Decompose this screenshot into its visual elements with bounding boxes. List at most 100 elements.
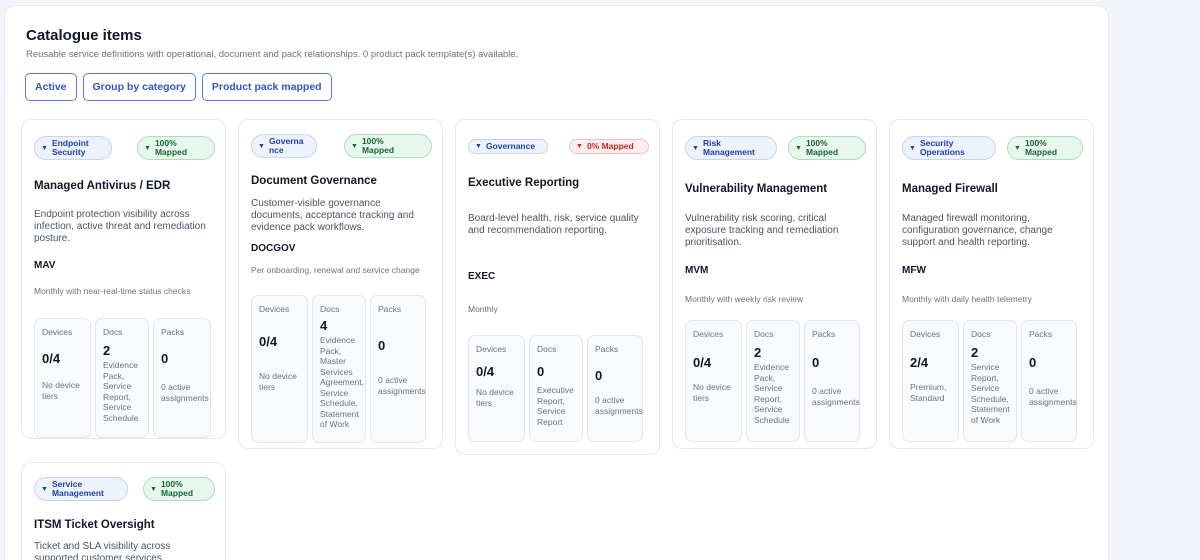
category-label: Risk Management — [702, 138, 755, 157]
mapped-badge: ▼ 100% Mapped — [1007, 136, 1083, 160]
stat-value: 0 — [378, 338, 386, 353]
mapped-badge: ▼ 100% Mapped — [137, 136, 215, 160]
mapped-label: 100% Mapped — [1024, 138, 1058, 157]
page-subtitle: Reusable service definitions with operat… — [26, 49, 519, 60]
card-title: ITSM Ticket Oversight — [34, 519, 155, 531]
filter-group-by-category-button[interactable]: Group by category — [82, 73, 196, 101]
category-badge: ▼ Governance — [251, 134, 317, 158]
stat-detail: 0 active assignments — [161, 382, 209, 403]
stat-label: Docs — [103, 327, 123, 337]
card-frequency: Monthly with near-real-time status check… — [34, 286, 191, 296]
shield-icon: ▼ — [475, 143, 482, 150]
docs-stat: Docs 4 Evidence Pack, Master Services Ag… — [312, 295, 366, 443]
docs-stat: Docs 2 Service Report, Service Schedule,… — [963, 320, 1017, 442]
mapped-label: 100% Mapped — [805, 138, 839, 157]
stat-label: Packs — [812, 329, 836, 339]
mapped-badge: ▼ 100% Mapped — [788, 136, 866, 160]
shield-icon: ▼ — [1014, 144, 1021, 152]
catalogue-card-exec[interactable]: ▼ Governance ▼ 0% Mapped Executive Reporti… — [455, 119, 660, 455]
category-label: Security Operations — [919, 138, 965, 157]
stat-label: Packs — [378, 304, 402, 314]
shield-icon: ▼ — [41, 485, 48, 493]
stat-value: 2 — [754, 345, 762, 360]
packs-stat: Packs 0 0 active assignments — [153, 318, 211, 438]
shield-icon: ▼ — [795, 144, 802, 152]
category-badge: ▼ Service Management — [34, 477, 128, 501]
card-title: Document Governance — [251, 175, 377, 187]
mapped-label: 100% Mapped — [154, 138, 188, 157]
packs-stat: Packs 0 0 active assignments — [804, 320, 860, 442]
devices-stat: Devices 0/4 No device tiers — [685, 320, 742, 442]
category-label: Endpoint Security — [51, 138, 89, 157]
shield-icon: ▼ — [576, 143, 583, 150]
catalogue-card-docgov[interactable]: ▼ Governance ▼ 100% Mapped Document Govern… — [238, 119, 443, 449]
mapped-label: 0% Mapped — [586, 141, 634, 151]
card-code: DOCGOV — [251, 243, 296, 254]
shield-icon: ▼ — [692, 144, 699, 152]
stat-detail: 0 active assignments — [595, 395, 643, 416]
stat-detail: No device tiers — [693, 382, 731, 403]
mapped-badge: ▼ 100% Mapped — [344, 134, 432, 158]
devices-stat: Devices 2/4 Premium, Standard — [902, 320, 959, 442]
catalogue-card-mfw[interactable]: ▼ Security Operations ▼ 100% Mapped Manage… — [889, 119, 1094, 449]
catalogue-card-mvm[interactable]: ▼ Risk Management ▼ 100% Mapped Vulnerabil… — [672, 119, 877, 449]
card-code: EXEC — [468, 271, 496, 282]
card-description: Ticket and SLA visibility across support… — [34, 541, 171, 560]
card-code: MAV — [34, 260, 56, 271]
devices-stat: Devices 0/4 No device tiers — [251, 295, 308, 443]
stat-detail: Premium, Standard — [910, 382, 947, 403]
card-description: Endpoint protection visibility across in… — [34, 209, 206, 244]
stat-value: 0 — [595, 368, 603, 383]
catalogue-card-itsm[interactable]: ▼ Service Management ▼ 100% Mapped ITSM Ti… — [21, 462, 226, 560]
stat-value: 4 — [320, 318, 328, 333]
stat-detail: 0 active assignments — [378, 375, 426, 396]
packs-stat: Packs 0 0 active assignments — [1021, 320, 1077, 442]
category-badge: ▼ Endpoint Security — [34, 136, 112, 160]
docs-stat: Docs 2 Evidence Pack, Service Report, Se… — [746, 320, 800, 442]
stat-value: 0 — [161, 351, 169, 366]
catalogue-panel: Catalogue items Reusable service definit… — [4, 5, 1109, 560]
shield-icon: ▼ — [258, 142, 265, 150]
shield-icon: ▼ — [150, 485, 157, 493]
stat-value: 0/4 — [693, 355, 712, 370]
stat-detail: No device tiers — [259, 371, 297, 392]
stat-label: Devices — [259, 304, 290, 314]
stat-detail: Executive Report, Service Report — [537, 385, 574, 427]
shield-icon: ▼ — [144, 144, 151, 152]
catalogue-card-mav[interactable]: ▼ Endpoint Security ▼ 100% Mapped Managed … — [21, 119, 226, 439]
card-description: Managed firewall monitoring, configurati… — [902, 213, 1053, 248]
stat-detail: 0 active assignments — [1029, 386, 1077, 407]
category-badge: ▼ Governance — [468, 139, 548, 154]
devices-stat: Devices 0/4 No device tiers — [34, 318, 91, 438]
stat-label: Docs — [537, 344, 557, 354]
category-label: Governance — [485, 141, 536, 151]
shield-icon: ▼ — [909, 144, 916, 152]
shield-icon: ▼ — [351, 142, 358, 150]
card-description: Customer-visible governance documents, a… — [251, 198, 414, 233]
stat-label: Devices — [910, 329, 941, 339]
stat-label: Devices — [42, 327, 73, 337]
stat-value: 0 — [537, 364, 545, 379]
card-frequency: Per onboarding, renewal and service chan… — [251, 265, 420, 275]
card-frequency: Monthly — [468, 304, 498, 314]
docs-stat: Docs 2 Evidence Pack, Service Report, Se… — [95, 318, 149, 438]
stat-value: 2/4 — [910, 355, 929, 370]
card-title: Vulnerability Management — [685, 183, 828, 195]
filter-active-button[interactable]: Active — [25, 73, 77, 101]
card-title: Managed Antivirus / EDR — [34, 180, 171, 192]
stat-value: 0 — [1029, 355, 1037, 370]
stat-label: Docs — [754, 329, 774, 339]
stat-detail: Service Report, Service Schedule, Statem… — [971, 362, 1010, 425]
card-description: Vulnerability risk scoring, critical exp… — [685, 213, 839, 248]
stat-detail: Evidence Pack, Master Services Agreement… — [320, 335, 364, 429]
stat-value: 0/4 — [476, 364, 495, 379]
mapped-badge: ▼ 100% Mapped — [143, 477, 215, 501]
stat-label: Docs — [971, 329, 991, 339]
category-badge: ▼ Risk Management — [685, 136, 777, 160]
shield-icon: ▼ — [41, 144, 48, 152]
devices-stat: Devices 0/4 No device tiers — [468, 335, 525, 442]
stat-detail: Evidence Pack, Service Report, Service S… — [754, 362, 790, 425]
mapped-label: 100% Mapped — [361, 136, 395, 155]
mapped-label: 100% Mapped — [160, 479, 194, 498]
filter-product-pack-mapped-button[interactable]: Product pack mapped — [201, 73, 332, 101]
